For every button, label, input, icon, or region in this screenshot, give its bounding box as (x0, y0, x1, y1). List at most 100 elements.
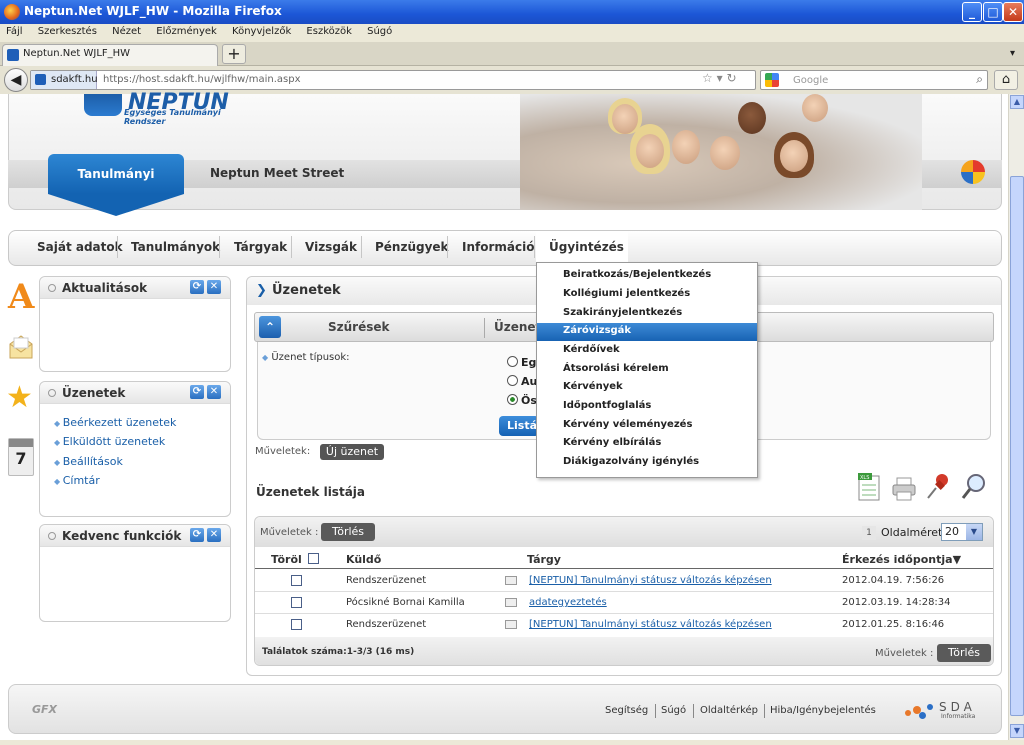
close-button[interactable]: ✕ (1003, 2, 1023, 22)
scroll-up-icon[interactable]: ▲ (1010, 95, 1024, 109)
nav-vizsgak[interactable]: Vizsgák (305, 240, 357, 254)
dropdown-item-elbiralas[interactable]: Kérvény elbírálás (563, 437, 661, 448)
page-size-select[interactable]: 20 ▼ (941, 523, 983, 541)
radio-option-1[interactable] (507, 356, 518, 367)
menu-history[interactable]: Előzmények (150, 24, 223, 37)
page-size-label: Oldalméret (881, 526, 943, 539)
sda-dot (919, 712, 926, 719)
row-checkbox[interactable] (291, 575, 302, 586)
select-all-checkbox[interactable] (308, 553, 319, 564)
back-button[interactable]: ◀ (4, 68, 28, 92)
column-sender[interactable]: Küldő (346, 553, 381, 566)
search-icon[interactable]: ⌕ (976, 72, 983, 87)
list-button[interactable]: Listá (499, 416, 539, 436)
dropdown-item-szakirany[interactable]: Szakirányjelentkezés (563, 307, 682, 318)
history-dropdown-icon[interactable]: ▾ (717, 71, 723, 85)
new-tab-button[interactable]: + (222, 44, 246, 64)
scroll-down-icon[interactable]: ▼ (1010, 724, 1024, 738)
maximize-button[interactable]: □ (983, 2, 1003, 22)
panel-close-icon[interactable]: ✕ (207, 385, 221, 399)
menu-tools[interactable]: Eszközök (300, 24, 358, 37)
menu-view[interactable]: Nézet (106, 24, 147, 37)
panel-refresh-icon[interactable]: ⟳ (190, 385, 204, 399)
favorites-star-icon[interactable]: ★ (6, 382, 33, 414)
panel-close-icon[interactable]: ✕ (207, 528, 221, 542)
home-button[interactable]: ⌂ (994, 70, 1018, 90)
results-count: Találatok száma:1-3/3 (16 ms) (262, 647, 415, 657)
link-cimtar[interactable]: Címtár (54, 474, 100, 487)
dropdown-item-kervenyek[interactable]: Kérvények (563, 381, 623, 392)
delete-button[interactable]: Törlés (321, 523, 375, 541)
menu-file[interactable]: Fájl (0, 24, 29, 37)
tab-tanulmanyi-rendszer[interactable]: Tanulmányi rendszer (48, 154, 184, 221)
dropdown-item-idopontfoglalas[interactable]: Időpontfoglalás (563, 400, 651, 411)
aktualitasok-icon[interactable]: A (8, 279, 34, 315)
neptun-logo[interactable]: NEPTUN Egységes Tanulmányi Rendszer (84, 90, 264, 126)
delete-button-bottom[interactable]: Törlés (937, 644, 991, 662)
radio-option-3-selected[interactable] (507, 394, 518, 405)
radio-option-2[interactable] (507, 375, 518, 386)
dropdown-item-zarovizsgak[interactable]: Záróvizsgák (563, 325, 631, 336)
print-icon[interactable] (890, 472, 918, 504)
menu-bookmarks[interactable]: Könyvjelzők (226, 24, 297, 37)
nav-penzugyek[interactable]: Pénzügyek (375, 240, 449, 254)
column-arrival-time[interactable]: Érkezés időpontja▼ (842, 553, 961, 566)
scroll-thumb[interactable] (1010, 176, 1024, 716)
column-subject[interactable]: Tárgy (527, 553, 561, 566)
panel-close-icon[interactable]: ✕ (207, 280, 221, 294)
envelope-icon[interactable] (8, 332, 34, 360)
bookmark-star-icon[interactable]: ☆ (702, 71, 713, 85)
footer-link-oldalterkep[interactable]: Oldaltérkép (700, 705, 758, 716)
new-message-button[interactable]: Új üzenet (320, 444, 384, 460)
nav-informacio[interactable]: Információ (462, 240, 534, 254)
language-globe-icon[interactable] (961, 160, 985, 184)
vertical-scrollbar[interactable]: ▲ ▼ (1008, 94, 1024, 740)
menu-edit[interactable]: Szerkesztés (32, 24, 103, 37)
panel-refresh-icon[interactable]: ⟳ (190, 528, 204, 542)
dropdown-item-diakigazolvany[interactable]: Diákigazolvány igénylés (563, 456, 699, 467)
page-number[interactable]: 1 (862, 526, 876, 540)
dropdown-item-velemenyezes[interactable]: Kérvény véleményezés (563, 419, 692, 430)
footer-link-sugo[interactable]: Súgó (661, 705, 686, 716)
collapse-filter-icon[interactable]: ⌃ (259, 316, 281, 338)
site-identity[interactable]: sdakft.hu (31, 71, 98, 89)
sort-desc-icon: ▼ (952, 553, 962, 566)
dropdown-item-kollegiumi[interactable]: Kollégiumi jelentkezés (563, 288, 690, 299)
minimize-button[interactable]: _ (962, 2, 982, 22)
tab-meet-street[interactable]: Neptun Meet Street (210, 166, 344, 180)
search-box[interactable]: Google ⌕ (760, 70, 988, 90)
link-beerkezett-uzenetek[interactable]: Beérkezett üzenetek (54, 416, 177, 429)
nav-targyak[interactable]: Tárgyak (234, 240, 287, 254)
menu-help[interactable]: Súgó (361, 24, 398, 37)
dropdown-item-atsorolasi[interactable]: Átsorolási kérelem (563, 363, 669, 374)
reload-icon[interactable]: ↻ (726, 71, 736, 85)
footer-link-hibabejelentes[interactable]: Hiba/Igénybejelentés (770, 705, 876, 716)
calendar-day: 7 (15, 449, 27, 468)
link-beallitasok[interactable]: Beállítások (54, 455, 123, 468)
search-magnifier-icon[interactable] (960, 472, 988, 504)
chevron-down-icon[interactable]: ▼ (966, 524, 982, 540)
excel-export-icon[interactable]: XLS (856, 472, 884, 504)
calendar-icon[interactable]: 7 (8, 438, 34, 476)
row-checkbox[interactable] (291, 619, 302, 630)
search-placeholder: Google (793, 75, 829, 86)
panel-refresh-icon[interactable]: ⟳ (190, 280, 204, 294)
row-checkbox[interactable] (291, 597, 302, 608)
dropdown-item-beiratkozas[interactable]: Beiratkozás/Bejelentkezés (563, 269, 711, 280)
nav-tanulmanyok[interactable]: Tanulmányok (131, 240, 220, 254)
nav-sajat-adatok[interactable]: Saját adatok (37, 240, 123, 254)
row-subject-link[interactable]: [NEPTUN] Tanulmányi státusz változás kép… (529, 575, 772, 586)
footer-link-segitseg[interactable]: Segítség (605, 705, 648, 716)
tab-list-icon[interactable]: ▾ (1010, 48, 1015, 59)
sda-logo[interactable]: SDA Informatika (905, 700, 985, 724)
footer-separator (693, 704, 694, 718)
browser-tab[interactable]: Neptun.Net WJLF_HW (2, 44, 218, 66)
pin-icon[interactable] (924, 472, 952, 504)
row-date: 2012.03.19. 14:28:34 (842, 597, 951, 608)
row-subject-link[interactable]: adategyeztetés (529, 597, 607, 608)
url-text[interactable]: https://host.sdakft.hu/wjlfhw/main.aspx (103, 74, 301, 85)
link-elkuldott-uzenetek[interactable]: Elküldött üzenetek (54, 435, 166, 448)
row-subject-link[interactable]: [NEPTUN] Tanulmányi státusz változás kép… (529, 619, 772, 630)
dropdown-item-kerdoivek[interactable]: Kérdőívek (563, 344, 620, 355)
nav-ugyintezes[interactable]: Ügyintézés (549, 240, 624, 254)
